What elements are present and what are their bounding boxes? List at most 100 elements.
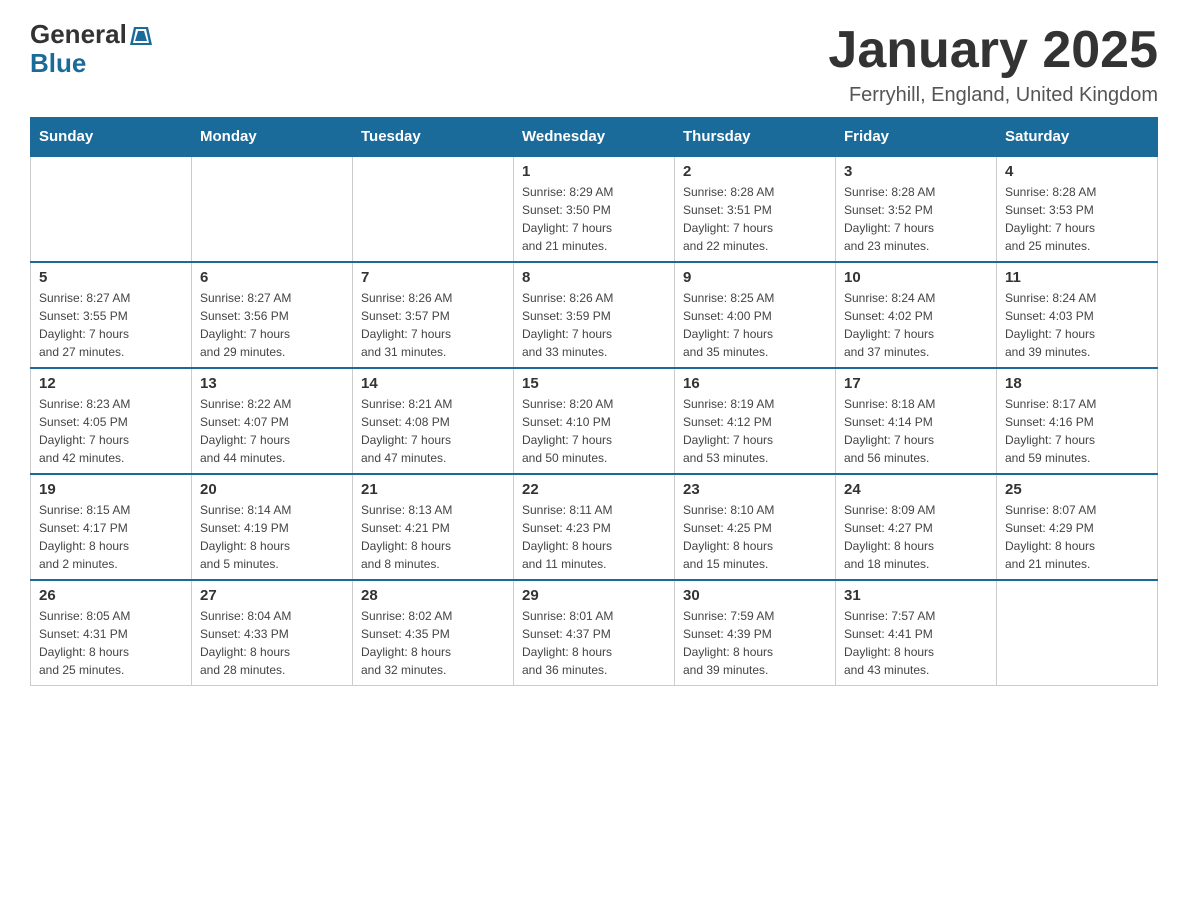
calendar-cell: 31 Sunrise: 7:57 AMSunset: 4:41 PMDayligh…: [836, 580, 997, 686]
calendar-cell: 22Sunrise: 8:11 AMSunset: 4:23 PMDayligh…: [514, 474, 675, 580]
day-info: Sunrise: 8:07 AMSunset: 4:29 PMDaylight:…: [1005, 501, 1149, 573]
calendar-cell: 3 Sunrise: 8:28 AMSunset: 3:52 PMDaylight…: [836, 156, 997, 262]
day-number: 1: [522, 163, 666, 180]
calendar-cell: 25Sunrise: 8:07 AMSunset: 4:29 PMDayligh…: [997, 474, 1158, 580]
calendar-cell: 7Sunrise: 8:26 AMSunset: 3:57 PMDaylight…: [353, 262, 514, 368]
day-number: 23: [683, 481, 827, 498]
calendar-cell: 8Sunrise: 8:26 AMSunset: 3:59 PMDaylight…: [514, 262, 675, 368]
day-info: Sunrise: 8:09 AMSunset: 4:27 PMDaylight:…: [844, 501, 988, 573]
calendar-cell: 14Sunrise: 8:21 AMSunset: 4:08 PMDayligh…: [353, 368, 514, 474]
calendar-cell: 24 Sunrise: 8:09 AMSunset: 4:27 PMDayligh…: [836, 474, 997, 580]
day-number: 11: [1005, 269, 1149, 286]
calendar-cell: 10Sunrise: 8:24 AMSunset: 4:02 PMDayligh…: [836, 262, 997, 368]
day-number: 5: [39, 269, 183, 286]
day-number: 31: [844, 587, 988, 604]
calendar-cell: 11 Sunrise: 8:24 AMSunset: 4:03 PMDayligh…: [997, 262, 1158, 368]
calendar-cell: [192, 156, 353, 262]
day-number: 26: [39, 587, 183, 604]
calendar-cell: [997, 580, 1158, 686]
day-info: Sunrise: 8:13 AMSunset: 4:21 PMDaylight:…: [361, 501, 505, 573]
day-number: 22: [522, 481, 666, 498]
day-of-week-header: Monday: [192, 118, 353, 157]
day-number: 15: [522, 375, 666, 392]
day-number: 16: [683, 375, 827, 392]
day-info: Sunrise: 8:17 AMSunset: 4:16 PMDaylight:…: [1005, 395, 1149, 467]
logo-blue: Blue: [30, 49, 152, 78]
day-info: Sunrise: 8:25 AMSunset: 4:00 PMDaylight:…: [683, 289, 827, 361]
day-of-week-header: Thursday: [675, 118, 836, 157]
day-number: 9: [683, 269, 827, 286]
day-number: 18: [1005, 375, 1149, 392]
day-number: 29: [522, 587, 666, 604]
day-number: 21: [361, 481, 505, 498]
calendar-table: SundayMondayTuesdayWednesdayThursdayFrid…: [30, 117, 1158, 686]
subtitle: Ferryhill, England, United Kingdom: [828, 84, 1158, 107]
day-info: Sunrise: 8:26 AMSunset: 3:57 PMDaylight:…: [361, 289, 505, 361]
calendar-header: SundayMondayTuesdayWednesdayThursdayFrid…: [31, 118, 1158, 157]
calendar-cell: 26 Sunrise: 8:05 AMSunset: 4:31 PMDayligh…: [31, 580, 192, 686]
day-info: Sunrise: 8:21 AMSunset: 4:08 PMDaylight:…: [361, 395, 505, 467]
day-info: Sunrise: 8:04 AMSunset: 4:33 PMDaylight:…: [200, 607, 344, 679]
day-of-week-header: Wednesday: [514, 118, 675, 157]
day-info: Sunrise: 8:22 AMSunset: 4:07 PMDaylight:…: [200, 395, 344, 467]
calendar-cell: 13 Sunrise: 8:22 AMSunset: 4:07 PMDayligh…: [192, 368, 353, 474]
day-info: Sunrise: 8:20 AMSunset: 4:10 PMDaylight:…: [522, 395, 666, 467]
calendar-cell: [31, 156, 192, 262]
calendar-cell: 21 Sunrise: 8:13 AMSunset: 4:21 PMDayligh…: [353, 474, 514, 580]
day-info: Sunrise: 8:24 AMSunset: 4:03 PMDaylight:…: [1005, 289, 1149, 361]
calendar-body: 1 Sunrise: 8:29 AMSunset: 3:50 PMDaylight…: [31, 156, 1158, 686]
day-info: Sunrise: 8:24 AMSunset: 4:02 PMDaylight:…: [844, 289, 988, 361]
calendar-cell: [353, 156, 514, 262]
calendar-cell: 12 Sunrise: 8:23 AMSunset: 4:05 PMDayligh…: [31, 368, 192, 474]
day-info: Sunrise: 7:59 AMSunset: 4:39 PMDaylight:…: [683, 607, 827, 679]
day-info: Sunrise: 8:02 AMSunset: 4:35 PMDaylight:…: [361, 607, 505, 679]
day-number: 20: [200, 481, 344, 498]
day-of-week-header: Saturday: [997, 118, 1158, 157]
calendar-cell: 5 Sunrise: 8:27 AMSunset: 3:55 PMDaylight…: [31, 262, 192, 368]
day-info: Sunrise: 8:26 AMSunset: 3:59 PMDaylight:…: [522, 289, 666, 361]
logo: General Blue: [30, 20, 152, 77]
day-info: Sunrise: 8:18 AMSunset: 4:14 PMDaylight:…: [844, 395, 988, 467]
day-number: 3: [844, 163, 988, 180]
day-info: Sunrise: 8:28 AMSunset: 3:52 PMDaylight:…: [844, 183, 988, 255]
day-of-week-header: Tuesday: [353, 118, 514, 157]
day-of-week-header: Sunday: [31, 118, 192, 157]
day-info: Sunrise: 8:29 AMSunset: 3:50 PMDaylight:…: [522, 183, 666, 255]
calendar-cell: 1 Sunrise: 8:29 AMSunset: 3:50 PMDaylight…: [514, 156, 675, 262]
day-info: Sunrise: 7:57 AMSunset: 4:41 PMDaylight:…: [844, 607, 988, 679]
page-title: January 2025: [828, 20, 1158, 80]
calendar-cell: 23 Sunrise: 8:10 AMSunset: 4:25 PMDayligh…: [675, 474, 836, 580]
logo-arrow-icon: [130, 27, 152, 45]
day-number: 13: [200, 375, 344, 392]
day-number: 24: [844, 481, 988, 498]
logo-general: General: [30, 20, 152, 49]
day-info: Sunrise: 8:28 AMSunset: 3:51 PMDaylight:…: [683, 183, 827, 255]
calendar-cell: 6Sunrise: 8:27 AMSunset: 3:56 PMDaylight…: [192, 262, 353, 368]
calendar-cell: 19Sunrise: 8:15 AMSunset: 4:17 PMDayligh…: [31, 474, 192, 580]
day-info: Sunrise: 8:23 AMSunset: 4:05 PMDaylight:…: [39, 395, 183, 467]
calendar-cell: 17Sunrise: 8:18 AMSunset: 4:14 PMDayligh…: [836, 368, 997, 474]
day-number: 27: [200, 587, 344, 604]
calendar-cell: 28 Sunrise: 8:02 AMSunset: 4:35 PMDayligh…: [353, 580, 514, 686]
day-info: Sunrise: 8:05 AMSunset: 4:31 PMDaylight:…: [39, 607, 183, 679]
page-header: General Blue January 2025 Ferryhill, Eng…: [30, 20, 1158, 107]
calendar-cell: 2Sunrise: 8:28 AMSunset: 3:51 PMDaylight…: [675, 156, 836, 262]
calendar-cell: 30 Sunrise: 7:59 AMSunset: 4:39 PMDayligh…: [675, 580, 836, 686]
day-number: 30: [683, 587, 827, 604]
calendar-cell: 4Sunrise: 8:28 AMSunset: 3:53 PMDaylight…: [997, 156, 1158, 262]
day-info: Sunrise: 8:10 AMSunset: 4:25 PMDaylight:…: [683, 501, 827, 573]
title-section: January 2025 Ferryhill, England, United …: [828, 20, 1158, 107]
calendar-week-row: 26 Sunrise: 8:05 AMSunset: 4:31 PMDayligh…: [31, 580, 1158, 686]
day-info: Sunrise: 8:01 AMSunset: 4:37 PMDaylight:…: [522, 607, 666, 679]
day-info: Sunrise: 8:19 AMSunset: 4:12 PMDaylight:…: [683, 395, 827, 467]
day-info: Sunrise: 8:27 AMSunset: 3:55 PMDaylight:…: [39, 289, 183, 361]
day-number: 28: [361, 587, 505, 604]
calendar-week-row: 19Sunrise: 8:15 AMSunset: 4:17 PMDayligh…: [31, 474, 1158, 580]
day-info: Sunrise: 8:15 AMSunset: 4:17 PMDaylight:…: [39, 501, 183, 573]
calendar-cell: 20Sunrise: 8:14 AMSunset: 4:19 PMDayligh…: [192, 474, 353, 580]
day-of-week-header: Friday: [836, 118, 997, 157]
day-number: 12: [39, 375, 183, 392]
days-of-week-row: SundayMondayTuesdayWednesdayThursdayFrid…: [31, 118, 1158, 157]
calendar-cell: 29 Sunrise: 8:01 AMSunset: 4:37 PMDayligh…: [514, 580, 675, 686]
calendar-cell: 27 Sunrise: 8:04 AMSunset: 4:33 PMDayligh…: [192, 580, 353, 686]
